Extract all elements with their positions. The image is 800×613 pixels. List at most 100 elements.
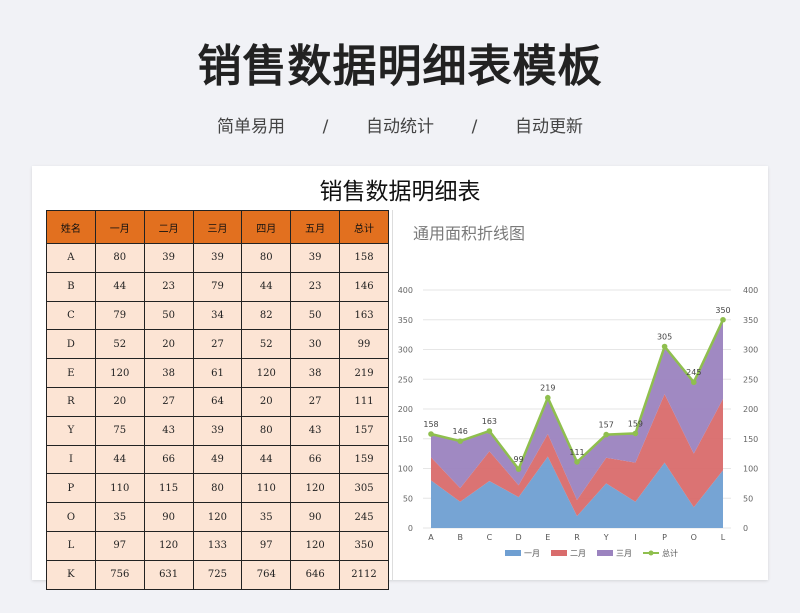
- table-cell[interactable]: 80: [94, 243, 145, 273]
- table-cell[interactable]: 39: [290, 243, 341, 273]
- data-point[interactable]: [691, 379, 697, 386]
- table-cell[interactable]: 120: [192, 502, 243, 532]
- table-cell[interactable]: E: [46, 358, 96, 388]
- table-cell[interactable]: I: [46, 444, 96, 475]
- table-cell[interactable]: 30: [290, 329, 341, 360]
- table-cell[interactable]: 90: [290, 502, 341, 532]
- table-cell[interactable]: 163: [339, 300, 389, 331]
- table-cell[interactable]: 79: [94, 300, 145, 331]
- table-cell[interactable]: 38: [290, 358, 341, 388]
- table-cell[interactable]: 97: [94, 530, 145, 561]
- table-cell[interactable]: 52: [94, 329, 145, 360]
- legend-item-label[interactable]: 一月: [524, 549, 540, 558]
- legend-item-label[interactable]: 三月: [616, 549, 632, 558]
- table-cell[interactable]: P: [46, 473, 96, 504]
- table-cell[interactable]: 20: [94, 386, 145, 417]
- table-cell[interactable]: 39: [192, 415, 243, 446]
- table-cell[interactable]: 120: [143, 530, 194, 561]
- data-point[interactable]: [545, 394, 551, 401]
- table-cell[interactable]: 66: [143, 444, 194, 475]
- table-cell[interactable]: 305: [339, 473, 389, 504]
- table-cell[interactable]: 35: [241, 502, 292, 532]
- table-cell[interactable]: 80: [241, 243, 292, 273]
- table-cell[interactable]: L: [46, 530, 96, 561]
- table-cell[interactable]: 631: [143, 559, 194, 590]
- table-cell[interactable]: 44: [241, 444, 292, 475]
- table-cell[interactable]: 38: [143, 358, 194, 388]
- table-cell[interactable]: R: [46, 386, 96, 417]
- table-cell[interactable]: 133: [192, 530, 243, 561]
- table-cell[interactable]: 159: [339, 444, 389, 475]
- table-cell[interactable]: 39: [143, 243, 194, 273]
- table-cell[interactable]: 75: [94, 415, 145, 446]
- table-cell[interactable]: 20: [143, 329, 194, 360]
- table-cell[interactable]: 27: [192, 329, 243, 360]
- table-cell[interactable]: 20: [241, 386, 292, 417]
- table-cell[interactable]: 90: [143, 502, 194, 532]
- table-cell[interactable]: 115: [143, 473, 194, 504]
- table-cell[interactable]: 99: [339, 329, 389, 360]
- table-cell[interactable]: 44: [94, 444, 145, 475]
- table-cell[interactable]: 23: [143, 271, 194, 302]
- table-cell[interactable]: 43: [290, 415, 341, 446]
- table-cell[interactable]: 111: [339, 386, 389, 417]
- table-cell[interactable]: 50: [290, 300, 341, 331]
- table-cell[interactable]: 646: [290, 559, 341, 590]
- table-cell[interactable]: 219: [339, 358, 389, 388]
- column-header[interactable]: 四月: [241, 210, 292, 244]
- table-cell[interactable]: 756: [94, 559, 145, 590]
- table-cell[interactable]: 35: [94, 502, 145, 532]
- table-cell[interactable]: 27: [143, 386, 194, 417]
- data-point[interactable]: [515, 466, 522, 472]
- table-cell[interactable]: 27: [290, 386, 341, 417]
- table-cell[interactable]: 80: [241, 415, 292, 446]
- legend-item-label[interactable]: 总计: [662, 548, 678, 558]
- table-cell[interactable]: 245: [339, 502, 389, 532]
- table-cell[interactable]: 120: [290, 473, 341, 504]
- data-point[interactable]: [457, 438, 463, 444]
- table-cell[interactable]: 146: [339, 271, 389, 302]
- table-cell[interactable]: 44: [94, 271, 145, 302]
- table-cell[interactable]: 61: [192, 358, 243, 388]
- table-cell[interactable]: 157: [339, 415, 389, 446]
- data-point[interactable]: [428, 431, 434, 437]
- column-header[interactable]: 三月: [192, 210, 243, 244]
- column-header[interactable]: 总计: [339, 210, 389, 244]
- table-cell[interactable]: 49: [192, 444, 243, 475]
- data-point[interactable]: [661, 343, 668, 350]
- table-cell[interactable]: 43: [143, 415, 194, 446]
- table-cell[interactable]: 97: [241, 530, 292, 561]
- table-cell[interactable]: 110: [241, 473, 292, 504]
- table-cell[interactable]: 2112: [339, 559, 389, 590]
- column-header[interactable]: 五月: [290, 210, 341, 244]
- column-header[interactable]: 一月: [94, 210, 145, 244]
- table-cell[interactable]: K: [46, 559, 96, 590]
- table-cell[interactable]: B: [46, 271, 96, 302]
- legend-item-label[interactable]: 二月: [570, 549, 586, 558]
- table-cell[interactable]: 52: [241, 329, 292, 360]
- table-cell[interactable]: 80: [192, 473, 243, 504]
- data-point[interactable]: [574, 459, 580, 465]
- table-cell[interactable]: 120: [241, 358, 292, 388]
- table-cell[interactable]: 158: [339, 243, 389, 273]
- table-cell[interactable]: C: [46, 300, 96, 331]
- table-cell[interactable]: O: [46, 502, 96, 532]
- table-cell[interactable]: 39: [192, 243, 243, 273]
- table-cell[interactable]: 110: [94, 473, 145, 504]
- data-point[interactable]: [603, 431, 609, 438]
- data-point[interactable]: [720, 316, 726, 323]
- data-point[interactable]: [486, 428, 493, 434]
- table-cell[interactable]: 82: [241, 300, 292, 331]
- table-cell[interactable]: 23: [290, 271, 341, 302]
- table-cell[interactable]: 34: [192, 300, 243, 331]
- table-cell[interactable]: Y: [46, 415, 96, 446]
- table-cell[interactable]: 50: [143, 300, 194, 331]
- column-header[interactable]: 姓名: [46, 210, 96, 244]
- data-point[interactable]: [632, 430, 639, 437]
- table-cell[interactable]: 79: [192, 271, 243, 302]
- table-cell[interactable]: A: [46, 243, 96, 273]
- column-header[interactable]: 二月: [143, 210, 194, 244]
- table-cell[interactable]: 44: [241, 271, 292, 302]
- table-cell[interactable]: 66: [290, 444, 341, 475]
- table-cell[interactable]: 120: [290, 530, 341, 561]
